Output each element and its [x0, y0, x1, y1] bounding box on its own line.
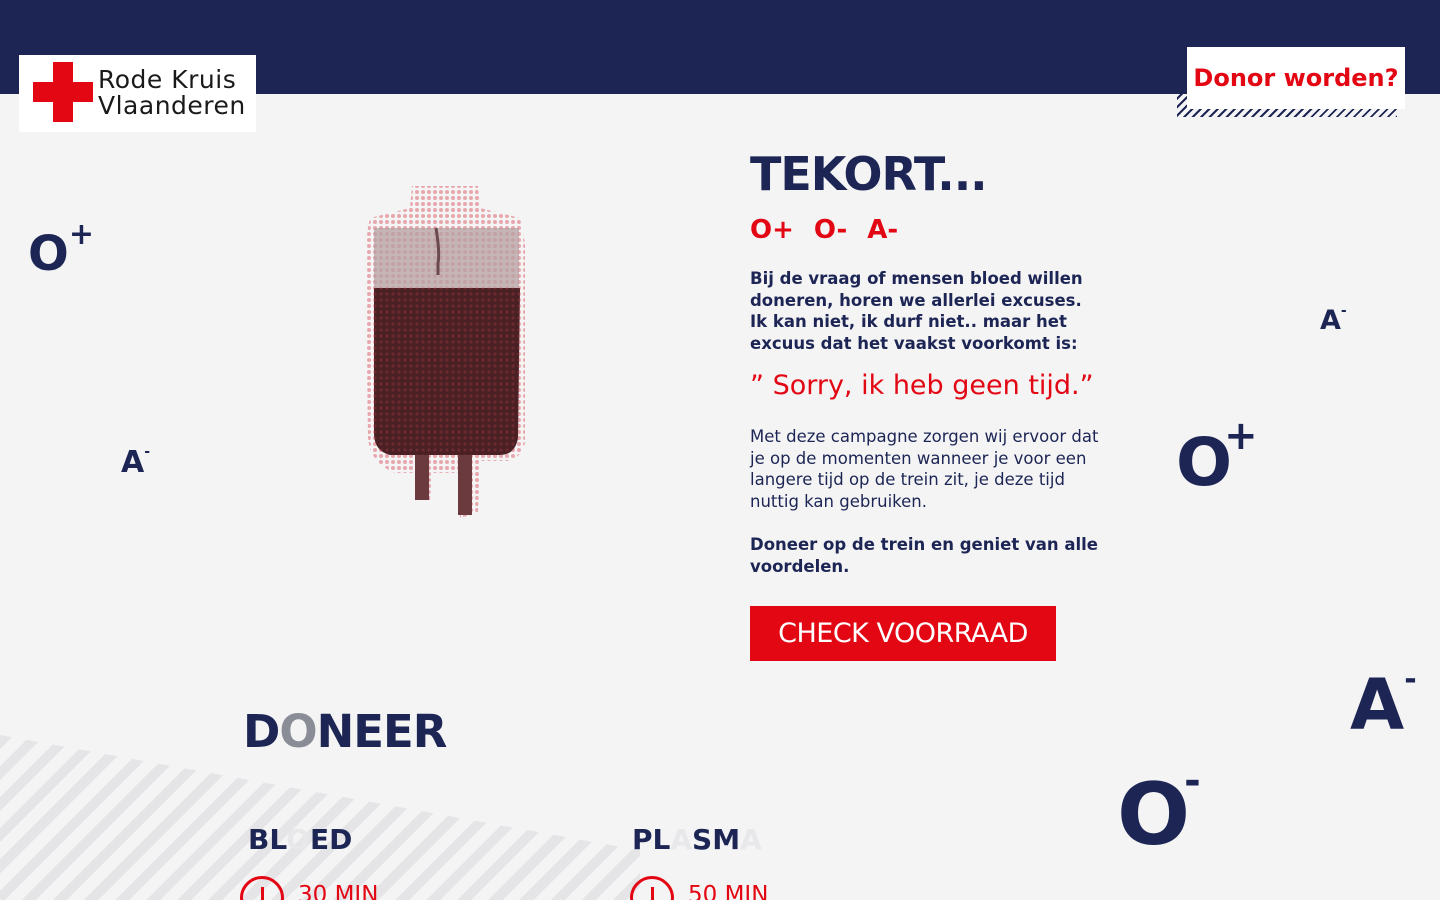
decor-o-minus-right: O-	[1117, 761, 1207, 858]
decor-sign: +	[1224, 413, 1258, 459]
decor-sign: -	[144, 444, 151, 460]
bloed-duration: 30 MIN	[240, 876, 378, 900]
logo[interactable]: Rode Kruis Vlaanderen	[19, 55, 256, 132]
plasma-duration: 50 MIN	[630, 876, 768, 900]
blood-type-list: O+ O- A-	[750, 214, 1100, 246]
decor-sign: -	[1184, 758, 1201, 804]
decor-a-minus-right-small: A-	[1320, 304, 1347, 336]
plasma-label-ghost: A	[670, 823, 693, 856]
donor-button-wrap: Donor worden?	[1177, 47, 1405, 119]
bloed-heading: BLOED	[248, 824, 352, 856]
body-text: Met deze campagne zorgen wij ervoor dat …	[750, 427, 1099, 511]
blood-type-o-minus: O-	[813, 215, 848, 245]
doneer-heading: DONEER	[243, 705, 448, 758]
decor-letter: O	[1117, 765, 1191, 865]
decor-a-minus-right-big: A-	[1350, 665, 1417, 741]
decor-sign: -	[1404, 662, 1417, 697]
plasma-label-part: PL	[632, 823, 671, 856]
decor-o-plus-left: O+	[28, 220, 94, 279]
decor-o-plus-right: O+	[1176, 416, 1266, 496]
decor-sign: -	[1340, 303, 1347, 319]
doneer-heading-o: O	[279, 705, 317, 758]
bloed-label-ghost: O	[286, 823, 310, 856]
bloed-label-part: BL	[248, 823, 287, 856]
logo-line-1: Rode Kruis	[98, 65, 237, 94]
decor-letter: A	[1320, 305, 1341, 336]
decor-letter: O	[28, 226, 69, 282]
decor-sign: +	[68, 217, 94, 252]
blood-bag-image	[365, 186, 525, 518]
page-title: TEKORT...	[750, 147, 988, 201]
plasma-time: 50 MIN	[688, 882, 769, 900]
cta-text: Doneer op de trein en geniet van alle vo…	[750, 535, 1098, 576]
quote-text: ” Sorry, ik heb geen tijd.”	[750, 370, 1094, 401]
blood-type-o-plus: O+	[750, 215, 794, 245]
logo-text: Rode Kruis Vlaanderen	[98, 67, 246, 119]
decor-letter: A	[1350, 664, 1405, 746]
clock-icon	[630, 876, 674, 900]
bloed-time: 30 MIN	[298, 882, 379, 900]
logo-line-2: Vlaanderen	[98, 91, 246, 120]
check-voorraad-button[interactable]: CHECK VOORRAAD	[750, 606, 1056, 661]
clock-icon	[240, 876, 284, 900]
bloed-label-part: ED	[310, 823, 353, 856]
plasma-label-ghost: A	[740, 823, 762, 856]
red-cross-icon	[33, 62, 93, 122]
plasma-label-part: SM	[692, 823, 741, 856]
donor-worden-button[interactable]: Donor worden?	[1187, 47, 1405, 109]
plasma-heading: PLASMA	[632, 824, 762, 856]
doneer-heading-part: NEER	[316, 705, 448, 758]
decor-letter: A	[121, 445, 145, 480]
intro-text: Bij de vraag of mensen bloed willen done…	[750, 269, 1083, 353]
blood-type-a-minus: A-	[867, 215, 899, 245]
doneer-heading-part: D	[243, 705, 280, 758]
decor-a-minus-left: A-	[121, 445, 150, 480]
main-content: TEKORT... O+ O- A- Bij de vraag of mense…	[750, 148, 1100, 577]
